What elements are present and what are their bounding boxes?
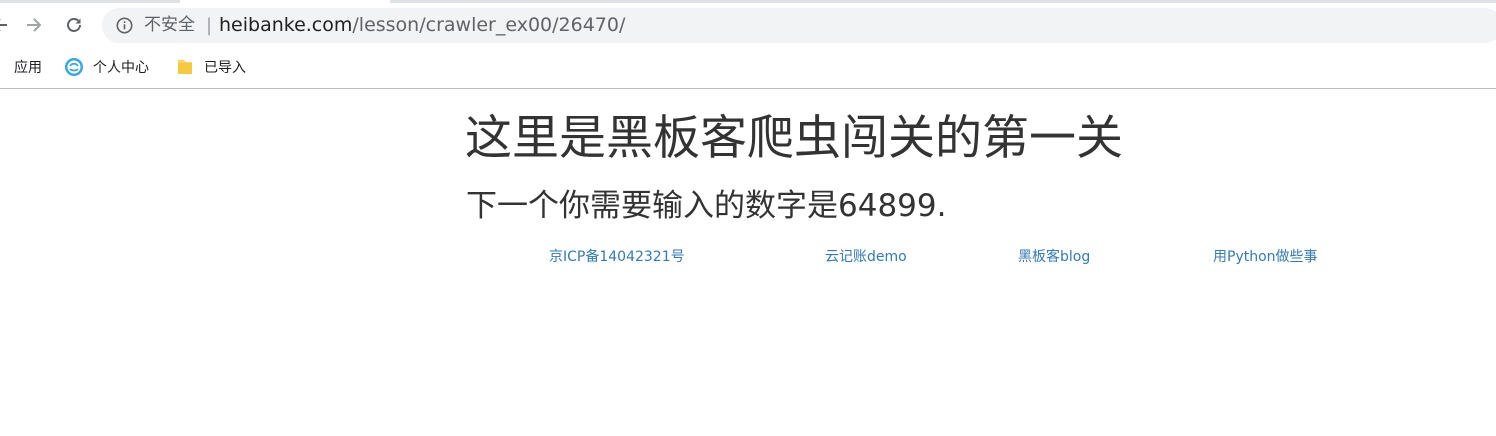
url-text[interactable]: heibanke.com/lesson/crawler_ex00/26470/ — [219, 15, 625, 36]
reload-icon — [67, 18, 81, 32]
bookmark-label: 应用 — [14, 60, 42, 76]
reload-button[interactable] — [61, 12, 87, 38]
folder-icon — [178, 60, 192, 74]
tab-strip — [0, 0, 1496, 4]
next-number-message: 下一个你需要输入的数字是64899. — [466, 188, 947, 224]
page-content: 这里是黑板客爬虫闯关的第一关 下一个你需要输入的数字是64899. 京ICP备1… — [0, 89, 1496, 436]
back-button[interactable] — [0, 12, 13, 38]
url-path: /lesson/crawler_ex00/26470/ — [352, 14, 626, 36]
footer-link-cloud-accounting-demo[interactable]: 云记账demo — [825, 247, 907, 267]
bookmark-folder-imported[interactable]: 已导入 — [175, 56, 246, 78]
security-status[interactable]: 不安全 — [144, 15, 195, 36]
bookmark-label: 个人中心 — [93, 60, 149, 76]
bookmark-personal-center[interactable]: 个人中心 — [64, 56, 149, 78]
bookmarks-bar: 应用 个人中心 已导入 — [0, 52, 1496, 80]
footer-link-icp[interactable]: 京ICP备14042321号 — [549, 247, 685, 267]
bookmark-label: 已导入 — [204, 60, 246, 76]
bookmark-apps[interactable]: 应用 — [0, 56, 42, 78]
apps-grid-icon — [0, 57, 6, 77]
arrow-right-icon — [27, 18, 42, 32]
tab-strip-left — [0, 0, 180, 3]
site-favicon-icon — [65, 58, 83, 76]
omnibox-separator: | — [206, 15, 213, 36]
page-title: 这里是黑板客爬虫闯关的第一关 — [465, 111, 1123, 166]
url-host: heibanke.com — [219, 14, 353, 36]
browser-chrome: 不安全 | heibanke.com/lesson/crawler_ex00/2… — [0, 0, 1496, 89]
arrow-left-icon — [0, 19, 7, 31]
info-icon[interactable] — [116, 17, 133, 34]
footer-link-blog[interactable]: 黑板客blog — [1018, 247, 1090, 267]
forward-button[interactable] — [21, 12, 47, 38]
address-bar[interactable]: 不安全 | heibanke.com/lesson/crawler_ex00/2… — [102, 8, 1496, 43]
tab-strip-right — [390, 0, 1496, 3]
footer-link-python[interactable]: 用Python做些事 — [1213, 247, 1318, 267]
